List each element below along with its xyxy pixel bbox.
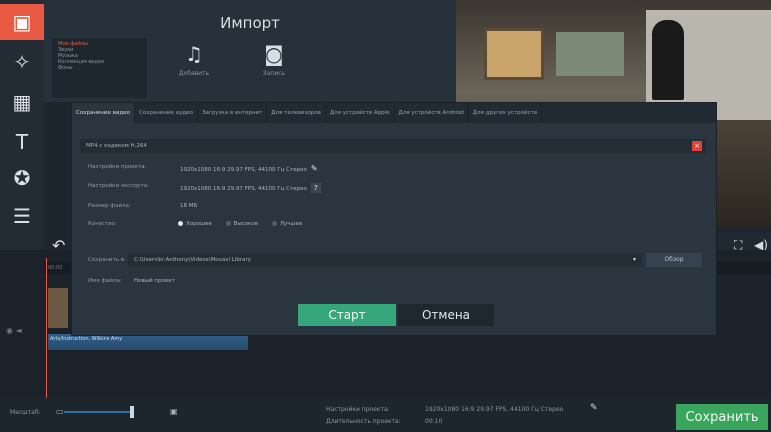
export-tabs: Сохранение видео Сохранение аудио Загруз… [72,103,716,123]
dialog-project-settings-label: Настройки проекта: [88,164,147,170]
project-duration-label: Длительность проекта: [326,418,401,425]
file-size-value: 18 МБ [180,203,198,209]
quality-best-radio[interactable] [271,221,277,226]
tab-other-devices[interactable]: Для других устройств [469,103,543,123]
more-menu-icon[interactable]: ☰ [0,198,44,234]
export-settings-label: Настройки экспорта: [88,183,150,189]
preview-bulletin-board [484,28,544,80]
add-media-icon: ♫ [185,42,203,66]
track-visibility-icon[interactable]: ◉ ◄ [6,326,22,335]
format-value: MP4 с кодеком H.264 [86,143,147,149]
tab-android[interactable]: Для устройств Android [395,103,469,123]
export-dialog: Сохранение видео Сохранение аудио Загруз… [72,103,716,335]
close-icon[interactable]: × [692,141,702,151]
audio-clip-title: Arts/Instruction, Wilkins Amy [50,336,123,342]
export-settings-value: 1920x1080 16:9 29.97 FPS, 44100 Гц Стере… [180,186,307,192]
video-clip[interactable] [48,288,68,328]
video-editor-window: ▣ ✧ ▦ T ✪ ☰ Импорт Мои файлы Звуки Музык… [0,0,771,432]
project-settings-label: Настройки проекта: [326,406,390,413]
help-icon[interactable]: ? [310,183,321,193]
tab-save-audio[interactable]: Сохранение аудио [135,103,198,123]
zoom-out-icon[interactable]: ▭ [56,407,64,416]
zoom-label: Масштаб: [10,409,41,416]
import-categories-list: Мои файлы Звуки Музыка Коллекция видео Ф… [52,38,147,98]
add-files-button[interactable]: ♫ Добавить [164,42,224,77]
quality-high-radio[interactable] [225,221,231,226]
record-button[interactable]: ◙ Запись [244,42,304,77]
import-tool-icon[interactable]: ▣ [0,4,44,40]
tab-upload-online[interactable]: Загрузка в интернет [198,103,268,123]
magic-wand-icon[interactable]: ✧ [0,44,44,80]
ruler-start-time: 00:00 [48,265,63,271]
file-size-label: Размер файла: [88,203,131,209]
start-button[interactable]: Старт [298,304,396,326]
preview-window [556,32,624,76]
edit-pencil-icon[interactable]: ✎ [590,403,598,413]
cancel-button[interactable]: Отмена [398,304,494,326]
stickers-icon[interactable]: ✪ [0,160,44,196]
add-files-label: Добавить [178,70,210,77]
browse-button[interactable]: Обзор [646,253,702,267]
filename-field[interactable]: Новый проект [128,274,328,288]
text-tool-icon[interactable]: T [0,124,44,160]
filmstrip-icon[interactable]: ▦ [0,84,44,120]
category-backgrounds[interactable]: Фоны [58,65,141,71]
save-button[interactable]: Сохранить [676,404,768,430]
import-panel: Импорт Мои файлы Звуки Музыка Коллекция … [44,0,456,102]
zoom-slider-handle[interactable] [130,406,134,418]
edit-pencil-icon[interactable]: ✎ [311,164,318,173]
undo-icon[interactable]: ↶ [52,236,65,255]
save-path-field[interactable]: C:\Users\kr.Anthony\Videos\Movavi Librar… [128,253,642,267]
quality-good-radio[interactable] [178,221,183,226]
filename-value: Новый проект [134,278,175,284]
save-path-value: C:\Users\kr.Anthony\Videos\Movavi Librar… [134,257,251,263]
format-selector[interactable]: MP4 с кодеком H.264 × [80,139,706,153]
tab-save-video[interactable]: Сохранение видео [72,103,135,123]
chevron-down-icon[interactable]: ▾ [633,253,636,267]
project-settings-value: 1920x1080 16:9 29.97 FPS, 44100 Гц Стере… [425,406,564,413]
dialog-project-settings-value: 1920x1080 16:9 29.97 FPS, 44100 Гц Стере… [180,167,307,173]
preview-person [652,20,684,100]
quality-high-label: Высокое [233,221,259,227]
audio-clip[interactable]: Arts/Instruction, Wilkins Amy [48,334,248,350]
zoom-fit-icon[interactable]: ▣ [170,407,178,416]
quality-good-label: Хорошее [186,221,212,227]
tab-apple[interactable]: Для устройств Apple [326,103,395,123]
bottom-bar: Масштаб: ▭ ▣ Настройки проекта: 1920x108… [0,398,771,432]
zoom-slider[interactable] [64,411,134,413]
camera-icon: ◙ [264,42,284,66]
quality-label: Качество: [88,221,117,227]
quality-best-label: Лучшее [279,221,303,227]
import-title: Импорт [220,14,280,32]
project-duration-value: 00:10 [425,418,443,425]
playhead[interactable] [46,258,47,398]
tab-tv[interactable]: Для телевизоров [267,103,326,123]
record-label: Запись [262,70,286,77]
left-toolbar: ▣ ✧ ▦ T ✪ ☰ [0,0,44,250]
